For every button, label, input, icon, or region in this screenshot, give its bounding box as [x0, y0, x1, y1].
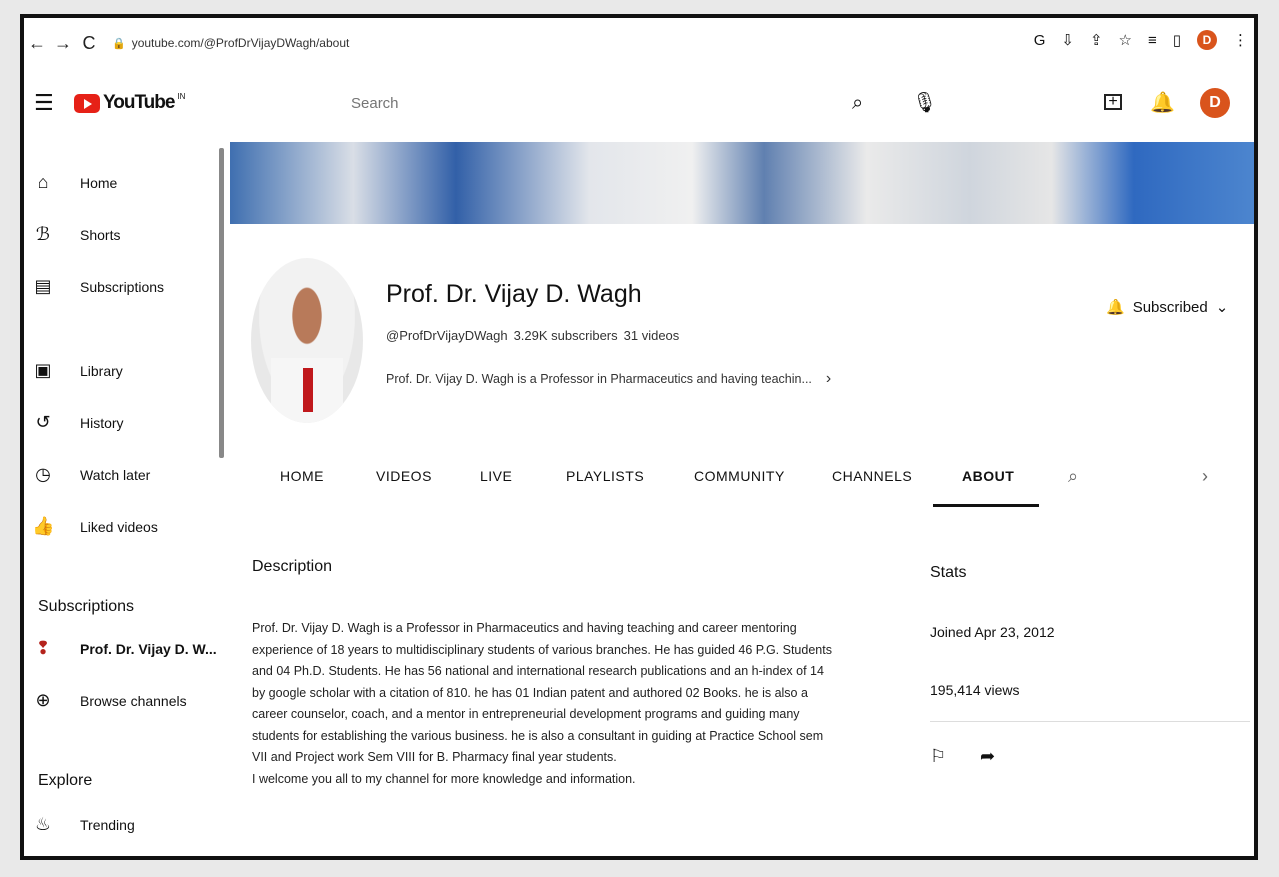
subscription-channel-item[interactable]: ❢ Prof. Dr. Vijay D. W... — [32, 638, 216, 659]
forward-icon[interactable]: → — [50, 33, 76, 54]
tab-live[interactable]: LIVE — [480, 468, 512, 484]
search-input[interactable] — [349, 94, 833, 113]
watch-later-icon: ◷ — [35, 464, 51, 484]
youtube-play-icon — [74, 93, 100, 113]
sidepanel-icon[interactable]: ▯ — [1173, 31, 1181, 49]
google-icon[interactable]: G — [1034, 32, 1046, 49]
channel-handle: @ProfDrVijayDWagh — [386, 328, 508, 343]
channel-avatar-icon: ❢ — [35, 638, 51, 658]
tab-community[interactable]: COMMUNITY — [694, 468, 785, 484]
star-icon[interactable]: ☆ — [1119, 31, 1132, 49]
youtube-logo[interactable]: YouTube IN — [74, 92, 185, 114]
plus-circle-icon: ⊕ — [35, 690, 51, 710]
liked-icon: 👍 — [32, 516, 55, 536]
channel-short-description[interactable]: Prof. Dr. Vijay D. Wagh is a Professor i… — [386, 370, 831, 388]
bell-icon: 🔔 — [1106, 299, 1125, 316]
reading-list-icon[interactable]: ≡ — [1148, 32, 1157, 49]
share-page-icon[interactable]: ⇪ — [1090, 31, 1103, 49]
microphone-icon[interactable]: 🎙 — [912, 90, 937, 115]
browser-profile-icon[interactable]: D — [1197, 30, 1217, 50]
youtube-header: ☰ YouTube IN ⌕ 🎙 + 🔔 — [24, 68, 1254, 138]
main-scrollbar[interactable] — [1254, 218, 1258, 728]
subscribed-button[interactable]: 🔔 Subscribed ⌄ — [1106, 298, 1229, 317]
channel-banner — [230, 142, 1254, 224]
chevron-right-icon: › — [825, 370, 832, 387]
back-icon[interactable]: ← — [24, 33, 50, 54]
search-icon[interactable]: ⌕ — [852, 92, 863, 115]
tab-about[interactable]: ABOUT — [962, 468, 1014, 484]
sidebar-scrollbar[interactable] — [219, 148, 224, 458]
stats-heading: Stats — [930, 564, 967, 581]
sidebar-item-subscriptions[interactable]: ▤ Subscriptions — [32, 276, 164, 297]
description-heading: Description — [252, 558, 333, 575]
subscriptions-heading: Subscriptions — [38, 598, 135, 615]
browse-channels-item[interactable]: ⊕ Browse channels — [32, 690, 186, 711]
tab-playlists[interactable]: PLAYLISTS — [566, 468, 644, 484]
home-icon: ⌂ — [37, 172, 49, 192]
sidebar-item-history[interactable]: ↺ History — [32, 412, 123, 433]
address-bar[interactable]: 🔒 youtube.com/@ProfDrVijayDWagh/about — [112, 36, 349, 50]
sidebar-item-library[interactable]: ▣ Library — [32, 360, 122, 381]
lock-icon: 🔒 — [112, 37, 126, 50]
tab-videos[interactable]: VIDEOS — [376, 468, 432, 484]
browser-menu-icon[interactable]: ⋮ — [1233, 31, 1248, 49]
url-text: youtube.com/@ProfDrVijayDWagh/about — [131, 36, 350, 50]
shorts-icon: ℬ — [35, 224, 51, 244]
view-count: 195,414 views — [930, 682, 1020, 698]
hamburger-menu-icon[interactable]: ☰ — [34, 90, 54, 116]
chevron-right-icon[interactable]: › — [1202, 466, 1208, 487]
channel-tabs: HOME VIDEOS LIVE PLAYLISTS COMMUNITY CHA… — [230, 458, 1254, 510]
tab-home[interactable]: HOME — [280, 468, 324, 484]
stats-divider — [930, 721, 1250, 722]
subscriber-count: 3.29K subscribers — [513, 328, 618, 343]
sidebar-item-shorts[interactable]: ℬ Shorts — [32, 224, 121, 245]
notifications-bell-icon[interactable]: 🔔 — [1150, 90, 1175, 115]
chevron-down-icon: ⌄ — [1215, 299, 1229, 316]
channel-avatar — [251, 258, 363, 423]
channel-search-icon[interactable]: ⌕ — [1068, 466, 1078, 487]
share-icon[interactable]: ➦ — [980, 746, 995, 767]
browser-toolbar: ← → C 🔒 youtube.com/@ProfDrVijayDWagh/ab… — [24, 18, 1254, 68]
sidebar-item-watch-later[interactable]: ◷ Watch later — [32, 464, 150, 485]
sidebar-item-home[interactable]: ⌂ Home — [32, 172, 118, 193]
library-icon: ▣ — [34, 360, 52, 380]
history-icon: ↺ — [35, 412, 51, 432]
channel-name: Prof. Dr. Vijay D. Wagh — [386, 280, 642, 308]
channel-meta: @ProfDrVijayDWagh 3.29K subscribers 31 v… — [386, 328, 679, 343]
flag-icon[interactable]: ⚐ — [930, 746, 946, 767]
account-avatar[interactable]: D — [1200, 88, 1230, 118]
install-icon[interactable]: ⇩ — [1061, 31, 1074, 49]
reload-icon[interactable]: C — [76, 33, 102, 54]
active-tab-indicator — [933, 504, 1039, 507]
screen-frame: ← → C 🔒 youtube.com/@ProfDrVijayDWagh/ab… — [20, 14, 1258, 860]
description-text: Prof. Dr. Vijay D. Wagh is a Professor i… — [252, 621, 832, 786]
sidebar-item-liked-videos[interactable]: 👍 Liked videos — [32, 516, 158, 537]
joined-date: Joined Apr 23, 2012 — [930, 624, 1055, 640]
trending-flame-icon: ♨ — [34, 814, 52, 834]
sidebar-item-trending[interactable]: ♨ Trending — [32, 814, 135, 835]
explore-heading: Explore — [38, 772, 93, 789]
tab-channels[interactable]: CHANNELS — [832, 468, 912, 484]
create-video-icon[interactable]: + — [1104, 94, 1122, 110]
video-count: 31 videos — [623, 328, 680, 343]
subscriptions-icon: ▤ — [34, 276, 52, 296]
